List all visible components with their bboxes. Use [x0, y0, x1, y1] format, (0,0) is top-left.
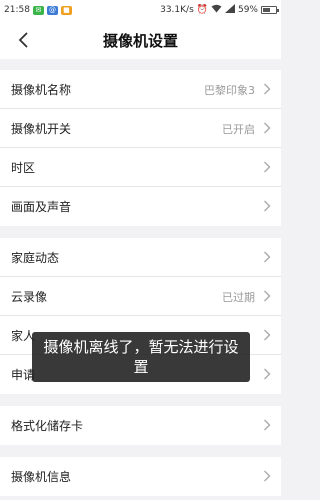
setting-label: 摄像机名称: [11, 83, 72, 97]
status-bar: 21:58 ✉ @ ■ 33.1K/s ⏰ 59%: [0, 0, 281, 20]
setting-label: 家庭动态: [11, 251, 60, 265]
setting-timezone[interactable]: 时区: [0, 148, 281, 187]
app-icon: ■: [60, 5, 72, 15]
wifi-icon: [211, 4, 222, 16]
chevron-right-icon: [264, 83, 271, 95]
chevron-right-icon: [264, 290, 271, 302]
chevron-right-icon: [264, 161, 271, 173]
signal-icon: [224, 4, 235, 16]
setting-family-activity[interactable]: 家庭动态: [0, 238, 281, 277]
setting-format-storage[interactable]: 格式化储存卡: [0, 406, 281, 445]
chevron-right-icon: [264, 122, 271, 134]
setting-label: 格式化储存卡: [11, 419, 84, 433]
setting-label: 摄像机信息: [11, 470, 72, 484]
battery-percent: 59%: [237, 5, 258, 15]
setting-label: 云录像: [11, 290, 48, 304]
page-title: 摄像机设置: [102, 32, 178, 50]
app-notification-icon: ✉: [32, 5, 44, 15]
mail-icon: @: [46, 5, 58, 15]
settings-group-basic: 摄像机名称 巴黎印象3 摄像机开关 已开启 时区 画面及声音: [0, 70, 281, 226]
setting-label: 摄像机开关: [11, 122, 72, 136]
chevron-right-icon: [264, 251, 271, 263]
setting-picture-sound[interactable]: 画面及声音: [0, 187, 281, 226]
offline-toast: 摄像机离线了，暂无法进行设置: [32, 332, 250, 382]
settings-group-storage: 格式化储存卡: [0, 406, 281, 445]
setting-label: 时区: [11, 161, 36, 175]
setting-label: 画面及声音: [11, 200, 72, 214]
alarm-icon: ⏰: [196, 5, 208, 15]
setting-camera-name[interactable]: 摄像机名称 巴黎印象3: [0, 70, 281, 109]
chevron-right-icon: [264, 470, 271, 482]
chevron-right-icon: [264, 200, 271, 212]
setting-value: 已过期: [222, 291, 255, 304]
battery-icon: [261, 6, 279, 14]
chevron-right-icon: [264, 419, 271, 431]
setting-cloud-recording[interactable]: 云录像 已过期: [0, 277, 281, 316]
header-bar: 摄像机设置: [0, 20, 281, 59]
chevron-right-icon: [264, 368, 271, 380]
setting-camera-switch[interactable]: 摄像机开关 已开启: [0, 109, 281, 148]
status-time: 21:58: [4, 5, 30, 15]
chevron-right-icon: [264, 329, 271, 341]
network-speed: 33.1K/s: [160, 5, 194, 15]
setting-value: 已开启: [222, 123, 255, 136]
setting-camera-info[interactable]: 摄像机信息: [0, 457, 281, 496]
settings-group-info: 摄像机信息: [0, 457, 281, 496]
setting-value: 巴黎印象3: [204, 84, 255, 97]
